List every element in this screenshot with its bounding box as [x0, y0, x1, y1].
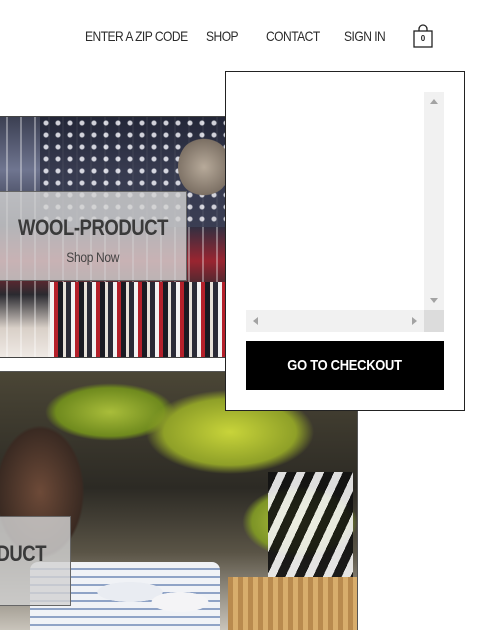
scroll-down-arrow-icon[interactable] [430, 298, 438, 303]
wool-fringe [50, 282, 226, 357]
checkout-button-label: GO TO CHECKOUT [287, 357, 403, 374]
nav-contact-link[interactable]: CONTACT [266, 28, 320, 44]
scroll-right-arrow-icon[interactable] [412, 317, 417, 325]
horizontal-scrollbar[interactable] [246, 310, 424, 332]
second-product-caption: DUCT [0, 516, 71, 606]
nav-sign-in-link[interactable]: SIGN IN [344, 28, 386, 44]
second-product-title: DUCT [0, 541, 46, 566]
cart-count-badge: 0 [420, 34, 426, 43]
scrollbar-corner [424, 310, 444, 332]
fur-pompom [178, 137, 226, 197]
cart-dropdown: GO TO CHECKOUT [225, 71, 465, 411]
top-nav: ENTER A ZIP CODE SHOP CONTACT SIGN IN 0 [0, 0, 488, 72]
scroll-up-arrow-icon[interactable] [430, 99, 438, 104]
woven-basket [228, 577, 357, 630]
nav-shop-link[interactable]: SHOP [206, 28, 239, 44]
cart-button[interactable]: 0 [412, 24, 434, 48]
wool-product-caption: WOOL-PRODUCT Shop Now [0, 191, 187, 281]
nav-zip-code-link[interactable]: ENTER A ZIP CODE [85, 28, 188, 44]
cart-items-list[interactable] [246, 92, 444, 332]
scroll-left-arrow-icon[interactable] [253, 317, 258, 325]
wool-product-title: WOOL-PRODUCT [18, 215, 168, 240]
vertical-scrollbar[interactable] [424, 92, 444, 310]
go-to-checkout-button[interactable]: GO TO CHECKOUT [246, 341, 444, 390]
shop-now-link[interactable]: Shop Now [67, 249, 120, 265]
